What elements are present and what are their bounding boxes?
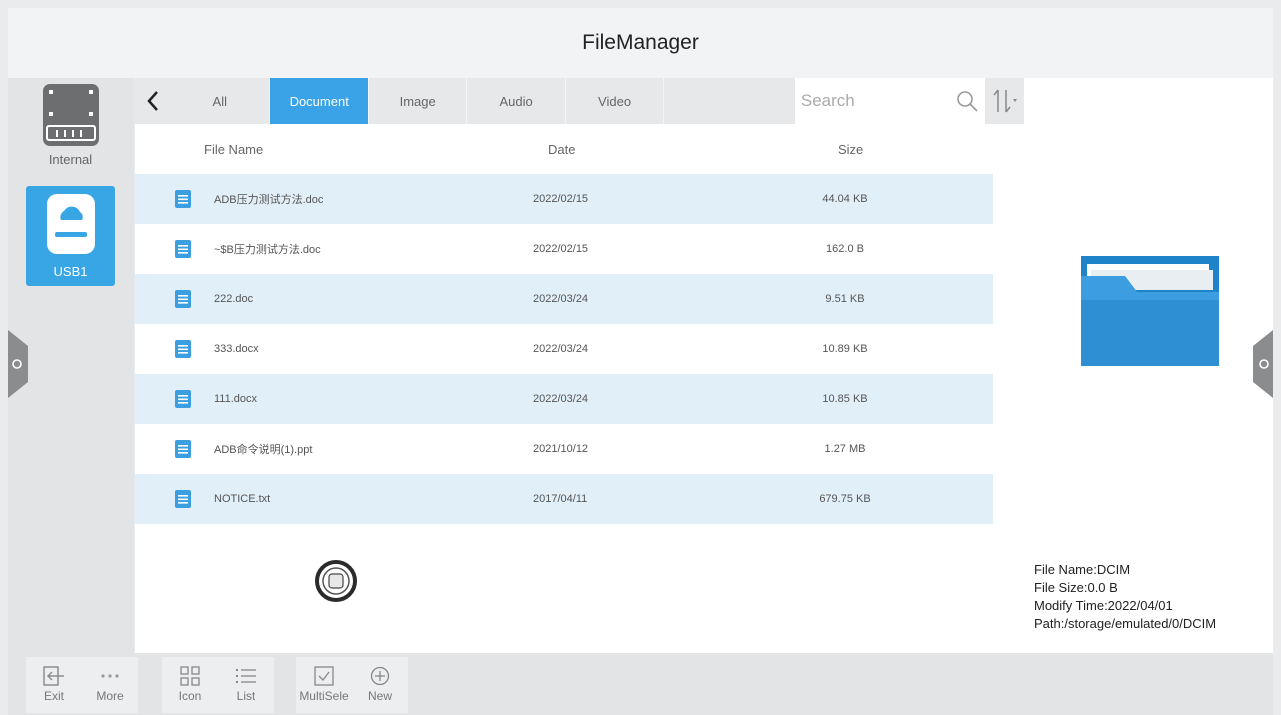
file-date: 2022/02/15: [533, 193, 589, 205]
tab-video[interactable]: Video: [566, 78, 665, 124]
table-row[interactable]: ADB压力测试方法.doc 2022/02/15 44.04 KB: [135, 174, 993, 224]
list-view-button[interactable]: List: [218, 657, 274, 713]
exit-button[interactable]: Exit: [26, 657, 82, 713]
file-name: ~$B压力测试方法.doc: [214, 244, 321, 256]
internal-storage-icon: [42, 84, 99, 146]
tab-image[interactable]: Image: [369, 78, 468, 124]
toolbar-group-edit: MultiSele New: [296, 657, 408, 713]
details-panel: File Name:DCIM File Size:0.0 B Modify Ti…: [1024, 78, 1273, 653]
exit-label: Exit: [43, 689, 64, 703]
grid-view-icon: [180, 666, 200, 686]
file-size: 679.75 KB: [819, 493, 871, 505]
document-icon: [175, 340, 191, 358]
file-date: 2022/03/24: [533, 393, 589, 405]
more-button[interactable]: More: [82, 657, 138, 713]
tab-audio[interactable]: Audio: [467, 78, 566, 124]
left-side-menu-handle[interactable]: [8, 330, 28, 398]
column-header-date[interactable]: Date: [548, 142, 575, 157]
file-size: 162.0 B: [826, 243, 864, 255]
back-button[interactable]: [135, 78, 170, 124]
file-name: 111.docx: [214, 393, 258, 405]
new-button[interactable]: New: [352, 657, 408, 713]
exit-icon: [43, 666, 64, 686]
file-size: 44.04 KB: [822, 193, 868, 205]
icon-view-label: Icon: [178, 689, 202, 703]
file-info: File Name:DCIM File Size:0.0 B Modify Ti…: [1034, 561, 1216, 633]
bottom-toolbar: Exit More Icon List MultiSele New: [8, 653, 1273, 715]
multiselect-button[interactable]: MultiSele: [296, 657, 352, 713]
file-date: 2017/04/11: [533, 493, 588, 505]
sort-button[interactable]: [985, 78, 1024, 124]
search-icon[interactable]: [955, 89, 979, 113]
file-date: 2021/10/12: [533, 443, 589, 455]
search-box[interactable]: [794, 78, 986, 124]
app-title: FileManager: [582, 31, 699, 54]
right-side-menu-handle[interactable]: [1253, 330, 1273, 398]
toolbar-group-nav: Exit More: [26, 657, 138, 713]
file-rows: ADB压力测试方法.doc 2022/02/15 44.04 KB ~$B压力测…: [135, 174, 993, 524]
file-name: 333.docx: [214, 343, 259, 355]
device-usb1[interactable]: USB1: [26, 186, 115, 286]
sort-icon: [992, 89, 1017, 113]
checkbox-icon: [314, 666, 334, 686]
info-path: Path:/storage/emulated/0/DCIM: [1034, 616, 1217, 631]
column-header-name[interactable]: File Name: [204, 142, 263, 157]
info-modify-time: Modify Time:2022/04/01: [1034, 598, 1173, 613]
tabs-spacer: [664, 78, 795, 124]
document-icon: [175, 390, 191, 408]
list-view-icon: [236, 669, 256, 683]
table-row[interactable]: NOTICE.txt 2017/04/11 679.75 KB: [135, 474, 993, 524]
column-header-size[interactable]: Size: [838, 142, 863, 157]
search-input[interactable]: [800, 91, 951, 111]
device-label: Internal: [48, 152, 93, 167]
document-icon: [175, 240, 191, 258]
device-internal[interactable]: Internal: [26, 82, 115, 182]
floating-touch-button[interactable]: [315, 560, 357, 602]
info-file-name: File Name:DCIM: [1034, 562, 1131, 577]
table-row[interactable]: ~$B压力测试方法.doc 2022/02/15 162.0 B: [135, 224, 993, 274]
document-icon: [175, 190, 191, 208]
new-label: New: [367, 689, 392, 703]
info-file-size: File Size:0.0 B: [1034, 580, 1118, 595]
file-size: 1.27 MB: [824, 443, 866, 455]
file-name: 222.doc: [214, 293, 254, 305]
file-name: ADB压力测试方法.doc: [214, 194, 324, 206]
usb-drive-icon: [46, 194, 95, 254]
add-circle-icon: [370, 666, 390, 686]
file-name: NOTICE.txt: [214, 493, 271, 505]
device-label: USB1: [53, 264, 88, 279]
file-date: 2022/03/24: [533, 343, 589, 355]
file-date: 2022/03/24: [533, 293, 589, 305]
file-list: File Name Date Size ADB压力测试方法.doc 2022/0…: [135, 124, 1024, 653]
document-icon: [175, 490, 191, 508]
category-tabs: All Document Image Audio Video: [135, 78, 1024, 124]
more-icon: [101, 674, 119, 678]
multiselect-label: MultiSele: [299, 689, 349, 703]
file-name: ADB命令说明(1).ppt: [214, 444, 313, 456]
more-label: More: [96, 689, 124, 703]
tab-document[interactable]: Document: [270, 78, 369, 124]
folder-preview-icon: [1081, 256, 1219, 366]
title-bar: FileManager: [8, 8, 1273, 78]
table-row[interactable]: 333.docx 2022/03/24 10.89 KB: [135, 324, 993, 374]
tab-all[interactable]: All: [170, 78, 271, 124]
table-row[interactable]: 222.doc 2022/03/24 9.51 KB: [135, 274, 993, 324]
icon-view-button[interactable]: Icon: [162, 657, 218, 713]
table-row[interactable]: 111.docx 2022/03/24 10.85 KB: [135, 374, 993, 424]
table-row[interactable]: ADB命令说明(1).ppt 2021/10/12 1.27 MB: [135, 424, 993, 474]
file-size: 9.51 KB: [825, 293, 865, 305]
file-size: 10.89 KB: [822, 343, 868, 355]
chevron-left-icon: [146, 91, 158, 111]
document-icon: [175, 440, 191, 458]
toolbar-group-view: Icon List: [162, 657, 274, 713]
file-date: 2022/02/15: [533, 243, 589, 255]
list-view-label: List: [236, 689, 256, 703]
file-size: 10.85 KB: [822, 393, 868, 405]
document-icon: [175, 290, 191, 308]
